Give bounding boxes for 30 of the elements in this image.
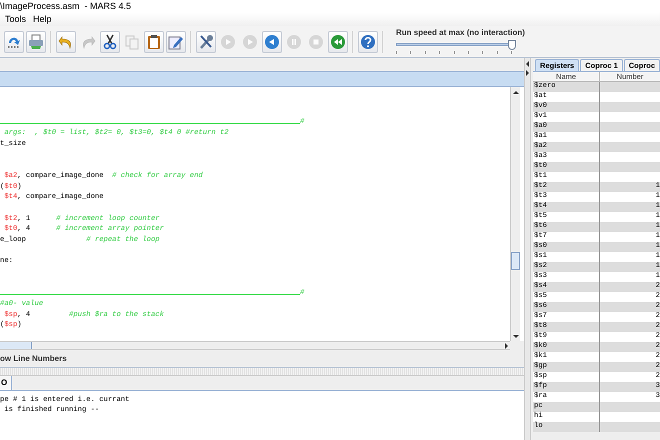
speed-slider[interactable] bbox=[396, 40, 516, 50]
toolbar-button[interactable] bbox=[196, 30, 216, 52]
vertical-scrollbar[interactable] bbox=[510, 87, 520, 341]
scissors-icon bbox=[102, 34, 118, 50]
clipboard-icon bbox=[146, 34, 162, 50]
window-title: \ImageProcess.asm - MARS 4.5 bbox=[0, 2, 132, 10]
printer-icon bbox=[28, 34, 44, 50]
horizontal-scrollbar[interactable] bbox=[0, 341, 510, 350]
stop-icon bbox=[308, 34, 324, 50]
undo-icon bbox=[58, 34, 74, 50]
collapse-left-icon[interactable] bbox=[526, 61, 530, 67]
collapse-right-icon[interactable] bbox=[526, 70, 530, 76]
redo-icon bbox=[80, 34, 96, 50]
copy-icon bbox=[124, 34, 140, 50]
play-icon bbox=[220, 34, 236, 50]
menu-item[interactable]: Help bbox=[33, 14, 52, 24]
output-tab[interactable]: O bbox=[0, 376, 12, 390]
rewind-icon bbox=[330, 34, 346, 50]
toolbar-button[interactable] bbox=[144, 30, 164, 52]
wrench-icon bbox=[198, 34, 214, 50]
option-label: ow Line Numbers bbox=[0, 354, 67, 362]
step-back-icon bbox=[264, 34, 280, 50]
pencil-icon bbox=[168, 34, 184, 50]
menu-item[interactable]: Tools bbox=[5, 14, 26, 24]
toolbar-button[interactable] bbox=[100, 30, 120, 52]
slider-thumb[interactable] bbox=[508, 40, 516, 50]
help-icon bbox=[360, 34, 376, 50]
speed-label: Run speed at max (no interaction) bbox=[396, 29, 525, 37]
step-icon bbox=[242, 34, 258, 50]
pause-icon bbox=[286, 34, 302, 50]
